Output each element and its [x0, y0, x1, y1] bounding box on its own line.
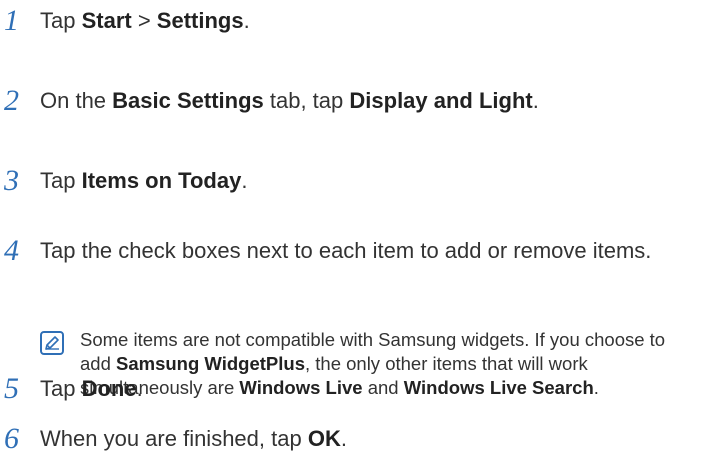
- step-text: Tap Start > Settings.: [40, 8, 250, 33]
- ui-term: Start: [81, 8, 132, 33]
- ui-term: OK: [307, 426, 341, 451]
- step-number: 2: [4, 84, 19, 117]
- instructions-page: 1 Tap Start > Settings. 2 On the Basic S…: [0, 0, 712, 459]
- step-number: 6: [4, 422, 19, 455]
- ui-term: Done: [81, 376, 137, 401]
- step-text: On the Basic Settings tab, tap Display a…: [40, 88, 539, 113]
- ui-term: Items on Today: [81, 168, 242, 193]
- ui-term: Basic Settings: [112, 88, 264, 113]
- step-text: When you are finished, tap OK.: [40, 426, 347, 451]
- step-number: 4: [4, 234, 19, 267]
- step-text: Tap the check boxes next to each item to…: [40, 238, 652, 263]
- note-pencil-icon: [40, 331, 64, 355]
- ui-term: Settings: [156, 8, 244, 33]
- step-number: 1: [4, 4, 19, 37]
- step-text: Tap Done.: [40, 376, 143, 401]
- step-text: Tap Items on Today.: [40, 168, 248, 193]
- step-number: 3: [4, 164, 19, 197]
- ui-term: Display and Light: [349, 88, 533, 113]
- ui-term: Samsung WidgetPlus: [116, 353, 305, 374]
- step-number: 5: [4, 372, 19, 405]
